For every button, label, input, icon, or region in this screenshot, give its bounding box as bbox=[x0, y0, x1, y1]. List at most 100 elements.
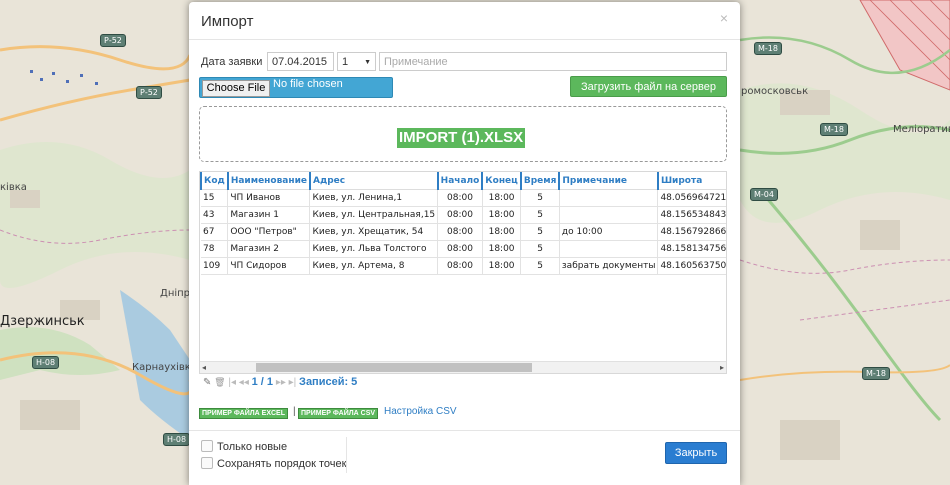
table-cell: 08:00 bbox=[437, 223, 483, 241]
scroll-right-icon[interactable]: ▸ bbox=[720, 362, 724, 373]
close-icon[interactable]: × bbox=[720, 10, 728, 26]
csv-settings-link[interactable]: Настройка CSV bbox=[384, 406, 457, 417]
table-cell: ЧП Сидоров bbox=[227, 257, 311, 275]
table-cell: 08:00 bbox=[437, 206, 483, 224]
import-table: Код Наименование Адрес Начало Конец Врем… bbox=[200, 172, 726, 275]
csv-example-link[interactable]: ПРИМЕР ФАЙЛА CSV bbox=[298, 408, 379, 419]
table-cell: 5 bbox=[520, 189, 560, 207]
table-cell: 5 bbox=[520, 206, 560, 224]
table-cell: до 10:00 bbox=[559, 223, 659, 241]
column-header[interactable]: Примечание bbox=[558, 172, 658, 190]
file-name-badge: IMPORT (1).XLSX bbox=[397, 128, 526, 148]
table-cell bbox=[559, 189, 659, 207]
dialog-title: Импорт bbox=[201, 13, 254, 30]
column-header[interactable]: Время bbox=[519, 172, 560, 190]
footer-divider bbox=[189, 430, 740, 431]
number-select[interactable]: 1 ▼ bbox=[337, 52, 376, 71]
no-file-text: No file chosen bbox=[273, 78, 343, 90]
records-count: Записей: 5 bbox=[299, 376, 358, 388]
scroll-left-icon[interactable]: ◂ bbox=[202, 362, 206, 373]
table-cell: ООО "Петров" bbox=[227, 223, 311, 241]
table-cell: 48.156792866 bbox=[657, 223, 726, 241]
road-shield: М-04 bbox=[750, 188, 778, 201]
table-cell: 08:00 bbox=[437, 257, 483, 275]
date-input[interactable]: 07.04.2015 bbox=[267, 52, 334, 71]
road-shield: М-18 bbox=[820, 123, 848, 136]
table-cell: 18:00 bbox=[482, 223, 522, 241]
excel-example-link[interactable]: ПРИМЕР ФАЙЛА EXCEL bbox=[199, 408, 288, 419]
table-cell: Киев, ул. Льва Толстого bbox=[309, 240, 439, 258]
road-shield: Р-52 bbox=[100, 34, 126, 47]
keep-order-label: Сохранять порядок точек bbox=[217, 458, 347, 470]
note-input[interactable]: Примечание bbox=[379, 52, 727, 71]
table-row[interactable]: 43 Магазин 1 Киев, ул. Центральная,15 08:00… bbox=[201, 206, 726, 224]
table-cell: Магазин 1 bbox=[227, 206, 311, 224]
scrollbar-thumb[interactable] bbox=[256, 363, 532, 372]
table-cell: 18:00 bbox=[482, 206, 522, 224]
only-new-checkbox[interactable] bbox=[201, 440, 213, 452]
road-shield: Н-08 bbox=[32, 356, 60, 369]
column-header[interactable]: Наименование bbox=[226, 172, 310, 190]
road-shield: Р-52 bbox=[136, 86, 162, 99]
file-picker[interactable]: Choose File No file chosen bbox=[199, 77, 393, 98]
map-label-town: ківка bbox=[0, 182, 27, 193]
table-cell: 48.158134756 bbox=[657, 240, 726, 258]
road-shield: М-18 bbox=[754, 42, 782, 55]
table-cell: Киев, ул. Ленина,1 bbox=[309, 189, 439, 207]
upload-button[interactable]: Загрузить файл на сервер bbox=[570, 76, 727, 97]
table-cell: 5 bbox=[520, 223, 560, 241]
table-cell: 18:00 bbox=[482, 240, 522, 258]
table-row[interactable]: 78 Магазин 2 Киев, ул. Льва Толстого 08:00 1… bbox=[201, 240, 726, 258]
column-header[interactable]: Широта bbox=[656, 172, 726, 190]
column-header[interactable]: Адрес bbox=[308, 172, 438, 190]
map-label-city-east: ромосковськ bbox=[741, 86, 809, 97]
file-dropzone[interactable]: IMPORT (1).XLSX bbox=[199, 106, 727, 162]
edit-icon[interactable]: ✎ bbox=[203, 377, 211, 388]
chevron-down-icon: ▼ bbox=[364, 59, 371, 66]
table-cell: ЧП Иванов bbox=[227, 189, 311, 207]
table-cell: 48.156534843 bbox=[657, 206, 726, 224]
table-cell: 18:00 bbox=[482, 189, 522, 207]
grid-pager: ✎ 🗑 |◂ ◂◂ 1 / 1 ▸▸ ▸| Записей: 5 bbox=[203, 376, 357, 388]
table-cell bbox=[559, 240, 659, 258]
table-cell: 78 bbox=[201, 240, 229, 258]
table-cell: 08:00 bbox=[437, 240, 483, 258]
table-cell: Киев, ул. Центральная,15 bbox=[309, 206, 439, 224]
page-indicator: 1 / 1 bbox=[251, 376, 274, 388]
map-label-city: Дзержинськ bbox=[0, 314, 85, 329]
column-header[interactable]: Начало bbox=[436, 172, 483, 190]
last-page-icon[interactable]: ▸| bbox=[289, 377, 297, 388]
first-page-icon[interactable]: |◂ bbox=[228, 377, 236, 388]
next-page-icon[interactable]: ▸▸ bbox=[276, 377, 286, 388]
number-select-value: 1 bbox=[342, 56, 349, 68]
road-shield: М-18 bbox=[862, 367, 890, 380]
table-row[interactable]: 67 ООО "Петров" Киев, ул. Хрещатик, 54 08:0… bbox=[201, 223, 726, 241]
table-cell: 48.160563750 bbox=[657, 257, 726, 275]
table-cell: 43 bbox=[201, 206, 229, 224]
table-cell: Киев, ул. Артема, 8 bbox=[309, 257, 439, 275]
only-new-label: Только новые bbox=[217, 441, 288, 453]
table-cell: 08:00 bbox=[437, 189, 483, 207]
map-label-village-east: Меліоративне bbox=[893, 124, 950, 135]
column-header[interactable]: Конец bbox=[481, 172, 521, 190]
table-row[interactable]: 109 ЧП Сидоров Киев, ул. Артема, 8 08:00 18:… bbox=[201, 257, 726, 275]
import-dialog: Импорт × Дата заявки 07.04.2015 1 ▼ Прим… bbox=[189, 2, 740, 485]
map-label-village: Карнаухівка bbox=[132, 362, 197, 373]
table-cell: 109 bbox=[201, 257, 229, 275]
table-row[interactable]: 15 ЧП Иванов Киев, ул. Ленина,1 08:00 18:00 5… bbox=[201, 189, 726, 207]
choose-file-button[interactable]: Choose File bbox=[202, 80, 270, 97]
import-grid[interactable]: Код Наименование Адрес Начало Конец Врем… bbox=[199, 171, 727, 374]
prev-page-icon[interactable]: ◂◂ bbox=[239, 377, 249, 388]
table-cell bbox=[559, 206, 659, 224]
footer-separator bbox=[346, 437, 347, 473]
horizontal-scrollbar[interactable]: ◂ ▸ bbox=[200, 361, 726, 373]
keep-order-checkbox[interactable] bbox=[201, 457, 213, 469]
close-button[interactable]: Закрыть bbox=[665, 442, 727, 464]
table-cell: Магазин 2 bbox=[227, 240, 311, 258]
column-header[interactable]: Код bbox=[200, 172, 228, 190]
table-cell: 5 bbox=[520, 240, 560, 258]
table-cell: 18:00 bbox=[482, 257, 522, 275]
delete-icon[interactable]: 🗑 bbox=[214, 377, 225, 387]
table-cell: 67 bbox=[201, 223, 229, 241]
table-cell: 5 bbox=[520, 257, 560, 275]
